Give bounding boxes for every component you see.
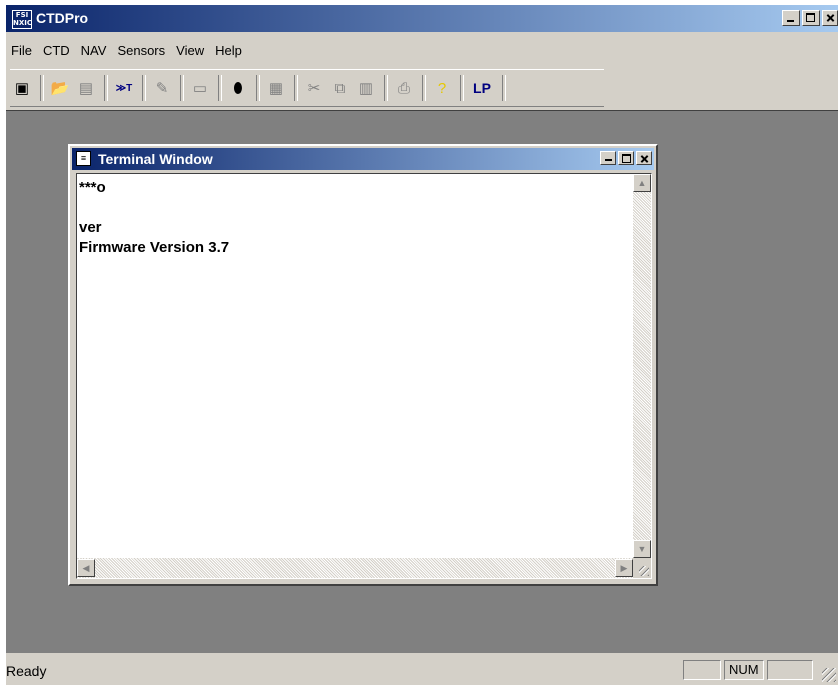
terminal-line: Firmware Version 3.7	[79, 239, 230, 256]
terminal-minimize-button[interactable]	[600, 151, 616, 165]
menu-ctd[interactable]: CTD	[38, 43, 75, 61]
terminal-line: ***o	[79, 179, 106, 196]
open-folder-icon[interactable]: 📂	[48, 76, 72, 100]
toolbar-separator	[180, 75, 184, 101]
toolbar-separator	[384, 75, 388, 101]
scroll-down-button[interactable]: ▼	[633, 540, 651, 558]
paste-icon[interactable]: ▥	[354, 76, 378, 100]
app-icon-text-bottom: NXIC	[13, 19, 32, 27]
toolbar-separator	[460, 75, 464, 101]
menu-nav[interactable]: NAV	[76, 43, 112, 61]
status-panel-caps	[683, 660, 721, 680]
menu-sensors[interactable]: Sensors	[112, 43, 170, 61]
status-resize-grip-icon[interactable]	[822, 668, 836, 682]
toolbar-separator	[218, 75, 222, 101]
scroll-right-button[interactable]: ▶	[615, 559, 633, 577]
toolbar-separator	[294, 75, 298, 101]
menu-view[interactable]: View	[171, 43, 209, 61]
close-button[interactable]	[822, 10, 838, 26]
toolbar-separator	[422, 75, 426, 101]
cut-icon[interactable]: ✂	[302, 76, 326, 100]
scroll-up-button[interactable]: ▲	[633, 174, 651, 192]
toolbar: ▣ 📂 ▤ ≫T ✎ ▭ ⬮ ▦ ✂ ⧉ ▥ ⎙ ? LP	[10, 69, 604, 107]
probe-icon[interactable]: ✎	[150, 76, 174, 100]
terminal-maximize-button[interactable]	[618, 151, 634, 165]
terminal-window: ≡ Terminal Window ***o ver Firmware Vers…	[68, 144, 658, 586]
app-title: CTDPro	[36, 10, 89, 26]
terminal-titlebar[interactable]: ≡ Terminal Window	[72, 148, 654, 170]
terminal-line: ver	[79, 219, 102, 236]
app-icon[interactable]: FSI NXIC	[12, 10, 32, 29]
terminal-window-icon[interactable]: ≡	[76, 151, 91, 166]
terminal-title: Terminal Window	[98, 151, 213, 167]
terminal-caption-buttons	[600, 151, 652, 165]
toolbar-separator	[40, 75, 44, 101]
toolbar-separator	[104, 75, 108, 101]
maximize-button[interactable]	[802, 10, 820, 26]
status-panel-scroll	[767, 660, 813, 680]
status-text: Ready	[6, 663, 47, 679]
terminal-output[interactable]: ***o ver Firmware Version 3.7 ▲ ▼ ◀ ▶	[76, 173, 652, 579]
lp-button[interactable]: LP	[468, 76, 496, 100]
vertical-scrollbar[interactable]: ▲ ▼	[633, 174, 651, 558]
capture-text-icon[interactable]: ≫T	[112, 76, 136, 100]
battery-icon[interactable]: ⬮	[226, 76, 250, 100]
terminal-close-button[interactable]	[636, 151, 652, 165]
horizontal-scrollbar[interactable]: ◀ ▶	[77, 558, 633, 578]
app-caption-buttons	[782, 10, 838, 26]
print-icon[interactable]: ⎙	[392, 76, 416, 100]
help-icon[interactable]: ?	[430, 76, 454, 100]
status-panel-num: NUM	[724, 660, 764, 680]
menu-bar: File CTD NAV Sensors View Help	[6, 43, 248, 61]
scroll-left-button[interactable]: ◀	[77, 559, 95, 577]
app-window: FSI NXIC CTDPro File CTD NAV Sensors Vie…	[6, 5, 838, 685]
save-icon[interactable]: ▤	[74, 76, 98, 100]
app-titlebar[interactable]: FSI NXIC CTDPro	[6, 5, 838, 32]
toolbar-separator	[256, 75, 260, 101]
graph-icon[interactable]: ▦	[264, 76, 288, 100]
resize-grip-icon[interactable]	[633, 558, 651, 578]
menu-help[interactable]: Help	[210, 43, 247, 61]
mdi-client-area: ≡ Terminal Window ***o ver Firmware Vers…	[6, 110, 838, 653]
minimize-button[interactable]	[782, 10, 800, 26]
status-bar: Ready NUM	[6, 655, 838, 685]
page-icon[interactable]: ▭	[188, 76, 212, 100]
terminal-text: ***o ver Firmware Version 3.7	[79, 178, 229, 258]
copy-icon[interactable]: ⧉	[328, 76, 352, 100]
menu-file[interactable]: File	[6, 43, 37, 61]
terminal-icon[interactable]: ▣	[10, 76, 34, 100]
toolbar-separator	[502, 75, 506, 101]
toolbar-separator	[142, 75, 146, 101]
app-icon-text-top: FSI	[15, 11, 29, 19]
